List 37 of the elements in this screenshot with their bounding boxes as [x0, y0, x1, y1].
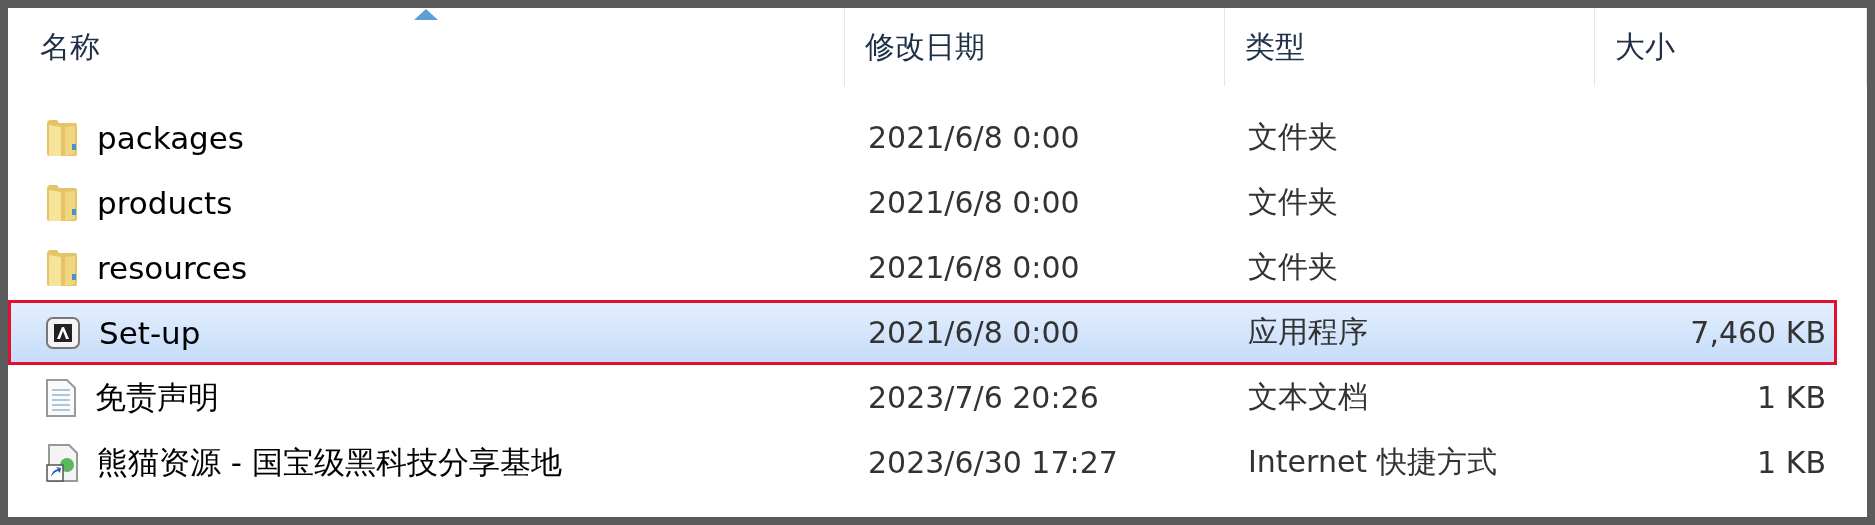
- file-type: 文本文档: [1247, 378, 1369, 416]
- file-row[interactable]: Set-up 2021/6/8 0:00 应用程序 7,460 KB: [8, 300, 1837, 365]
- column-header[interactable]: 大小: [1595, 8, 1867, 86]
- file-type: 应用程序: [1247, 313, 1369, 351]
- file-name: products: [97, 184, 233, 221]
- modified-date: 2021/6/8 0:00: [867, 185, 1081, 220]
- file-size: 7,460 KB: [1690, 315, 1826, 350]
- modified-date: 2023/6/30 17:27: [867, 445, 1119, 480]
- file-name: Set-up: [99, 314, 201, 351]
- file-name: packages: [97, 119, 245, 156]
- file-type: 文件夹: [1247, 118, 1339, 156]
- column-header[interactable]: 类型: [1225, 8, 1595, 86]
- text-document-icon: [45, 377, 77, 418]
- shortcut-icon: [45, 442, 79, 483]
- folder-icon: [45, 182, 79, 223]
- folder-icon: [45, 247, 79, 288]
- modified-date: 2021/6/8 0:00: [867, 120, 1081, 155]
- file-size: 1 KB: [1757, 445, 1826, 480]
- application-icon: [45, 315, 81, 350]
- file-row[interactable]: 免责声明 2023/7/6 20:26 文本文档 1 KB: [8, 365, 1837, 430]
- file-row[interactable]: packages 2021/6/8 0:00 文件夹: [8, 105, 1837, 170]
- column-header[interactable]: 名称: [8, 8, 845, 86]
- file-size: 1 KB: [1757, 380, 1826, 415]
- file-type: 文件夹: [1247, 248, 1339, 286]
- file-name: 熊猫资源 - 国宝级黑科技分享基地: [97, 442, 562, 482]
- column-header[interactable]: 修改日期: [845, 8, 1225, 86]
- file-row[interactable]: 熊猫资源 - 国宝级黑科技分享基地 2023/6/30 17:27 Internet 快捷方式 1 KB: [8, 430, 1837, 495]
- file-row[interactable]: resources 2021/6/8 0:00 文件夹: [8, 235, 1837, 300]
- file-type: Internet 快捷方式: [1247, 443, 1498, 481]
- folder-icon: [45, 117, 79, 158]
- file-row[interactable]: products 2021/6/8 0:00 文件夹: [8, 170, 1837, 235]
- file-name: resources: [97, 249, 248, 286]
- file-type: 文件夹: [1247, 183, 1339, 221]
- modified-date: 2021/6/8 0:00: [867, 250, 1081, 285]
- file-name: 免责声明: [95, 377, 219, 417]
- modified-date: 2023/7/6 20:26: [867, 380, 1100, 415]
- modified-date: 2021/6/8 0:00: [867, 315, 1081, 350]
